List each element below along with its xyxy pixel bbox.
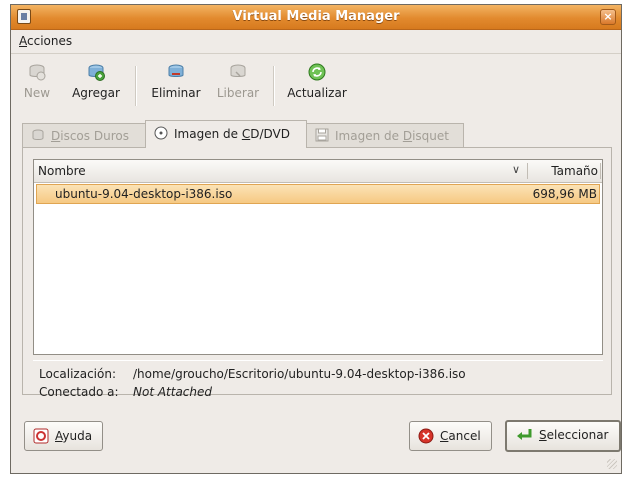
add-button[interactable]: Agregar bbox=[68, 62, 124, 100]
close-button[interactable]: × bbox=[600, 9, 616, 25]
toolbar-separator bbox=[273, 66, 275, 106]
cd-dvd-icon bbox=[154, 126, 168, 140]
help-button[interactable]: Ayuda bbox=[24, 421, 104, 451]
attached-value: Not Attached bbox=[133, 385, 213, 399]
remove-button[interactable]: Eliminar bbox=[146, 62, 206, 100]
add-label: Agregar bbox=[72, 86, 120, 100]
new-label: New bbox=[23, 86, 51, 100]
media-name: ubuntu-9.04-desktop-i386.iso bbox=[55, 187, 233, 201]
resize-grip[interactable] bbox=[607, 459, 617, 469]
disk-new-icon bbox=[29, 64, 46, 81]
virtual-media-manager-window: Virtual Media Manager × Acciones New Agr… bbox=[10, 4, 622, 474]
enter-icon bbox=[517, 429, 532, 440]
column-separator bbox=[527, 163, 528, 179]
remove-label: Eliminar bbox=[151, 86, 201, 100]
hard-disk-icon bbox=[32, 129, 44, 140]
release-button[interactable]: Liberar bbox=[214, 62, 262, 100]
cancel-icon bbox=[418, 428, 434, 444]
new-button[interactable]: New bbox=[19, 62, 55, 100]
help-icon bbox=[33, 428, 49, 444]
location-value: /home/groucho/Escritorio/ubuntu-9.04-des… bbox=[133, 367, 466, 381]
media-size: 698,96 MB bbox=[532, 187, 597, 201]
window-title: Virtual Media Manager bbox=[232, 9, 400, 24]
refresh-label: Actualizar bbox=[287, 86, 347, 100]
cancel-button[interactable]: Cancel bbox=[409, 421, 492, 451]
floppy-icon bbox=[315, 128, 329, 142]
refresh-button[interactable]: Actualizar bbox=[283, 62, 351, 100]
media-list[interactable]: Nombre ∨ Tamaño ubuntu-9.04-desktop-i386… bbox=[33, 159, 603, 355]
disk-remove-icon bbox=[168, 64, 184, 77]
refresh-icon bbox=[308, 63, 326, 81]
title-bar[interactable]: Virtual Media Manager × bbox=[11, 5, 621, 30]
column-header-name[interactable]: Nombre bbox=[38, 164, 86, 178]
tab-floppy[interactable]: Imagen de Disquet bbox=[306, 123, 464, 147]
list-header: Nombre ∨ Tamaño bbox=[34, 160, 602, 183]
attached-label: Conectado a: bbox=[39, 385, 119, 399]
column-header-size[interactable]: Tamaño bbox=[551, 164, 598, 178]
tab-cd-dvd[interactable]: Imagen de CD/DVD bbox=[145, 120, 307, 148]
disk-release-icon bbox=[230, 64, 246, 77]
location-label: Localización: bbox=[39, 367, 117, 381]
media-info: Localización: /home/groucho/Escritorio/u… bbox=[33, 360, 603, 399]
release-label: Liberar bbox=[216, 86, 260, 100]
list-item[interactable]: ubuntu-9.04-desktop-i386.iso 698,96 MB bbox=[36, 184, 600, 204]
tab-panel-cd-dvd: Nombre ∨ Tamaño ubuntu-9.04-desktop-i386… bbox=[22, 147, 612, 399]
column-separator bbox=[600, 163, 601, 179]
chevron-down-icon[interactable]: ∨ bbox=[512, 163, 520, 176]
media-tabs: Discos Duros Imagen de CD/DVD Imagen de … bbox=[11, 120, 621, 148]
menu-acciones[interactable]: Acciones bbox=[19, 34, 72, 48]
toolbar: New Agregar Eliminar Liberar Actualizar bbox=[11, 54, 621, 116]
tab-hard-disks[interactable]: Discos Duros bbox=[22, 123, 146, 147]
disk-add-icon bbox=[88, 64, 105, 81]
toolbar-separator bbox=[135, 66, 137, 106]
select-button[interactable]: Seleccionar bbox=[505, 420, 621, 452]
menu-bar: Acciones bbox=[11, 30, 621, 54]
